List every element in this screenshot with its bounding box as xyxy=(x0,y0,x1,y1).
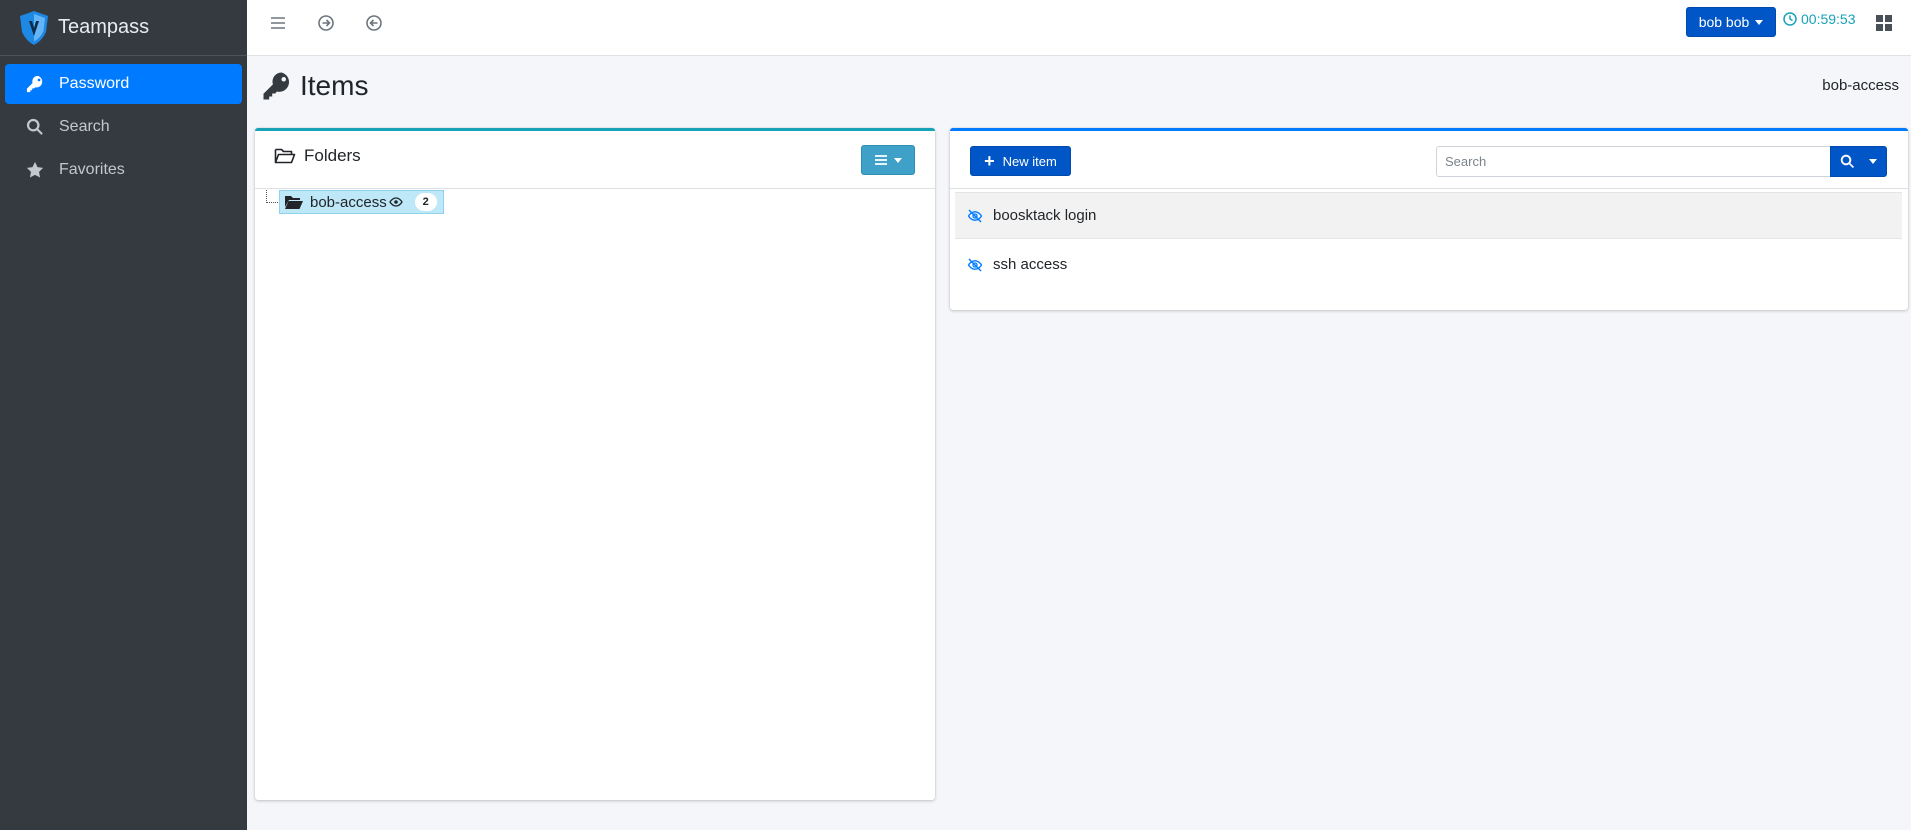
eye-slash-icon xyxy=(967,209,983,222)
item-label: boosktack login xyxy=(993,207,1097,224)
user-menu-label: bob bob xyxy=(1698,14,1750,30)
plus-icon: + xyxy=(984,151,995,171)
key-icon xyxy=(263,72,290,100)
new-item-button[interactable]: + New item xyxy=(970,146,1071,176)
timer-value: 00:59:53 xyxy=(1801,11,1856,27)
eye-icon xyxy=(388,197,403,207)
sidebar-item-password[interactable]: Password xyxy=(5,64,242,104)
search-icon xyxy=(1840,154,1854,169)
sidebar-item-label: Password xyxy=(59,75,130,92)
star-icon xyxy=(25,160,45,180)
sidebar: Teampass Password Search Favorites xyxy=(0,0,247,830)
sidebar-nav: Password Search Favorites xyxy=(0,56,247,201)
folder-open-icon xyxy=(285,196,303,209)
teampass-logo-icon xyxy=(20,10,48,45)
breadcrumb: bob-access xyxy=(1822,77,1899,94)
folders-card: Folders bob-access 2 xyxy=(255,128,935,800)
brand-name: Teampass xyxy=(58,16,150,38)
arrow-circle-left-icon[interactable] xyxy=(361,12,387,34)
sidebar-item-label: Favorites xyxy=(59,161,125,178)
brand[interactable]: Teampass xyxy=(0,0,247,56)
page-title-text: Items xyxy=(300,70,369,101)
caret-down-icon xyxy=(1869,159,1878,164)
eye-slash-icon xyxy=(967,258,983,271)
search-icon xyxy=(25,117,45,137)
tree-connector xyxy=(266,190,278,203)
item-row[interactable]: ssh access xyxy=(955,241,1902,288)
sidebar-item-search[interactable]: Search xyxy=(5,107,242,147)
folders-title: Folders xyxy=(274,146,361,166)
folder-node-bob-access[interactable]: bob-access 2 xyxy=(279,190,444,214)
caret-down-icon xyxy=(894,157,902,163)
sidebar-item-favorites[interactable]: Favorites xyxy=(5,150,242,190)
items-card-header: + New item xyxy=(950,131,1908,189)
item-label: ssh access xyxy=(993,256,1068,273)
page-title: Items xyxy=(262,70,368,102)
bars-icon xyxy=(875,155,887,165)
grid-apps-icon[interactable] xyxy=(1875,14,1893,32)
user-menu-button[interactable]: bob bob xyxy=(1686,7,1776,37)
folder-item-count-badge: 2 xyxy=(414,193,437,211)
session-timer[interactable]: 00:59:53 xyxy=(1783,11,1856,27)
key-icon xyxy=(25,74,45,94)
sidebar-item-label: Search xyxy=(59,118,110,135)
item-search-button[interactable] xyxy=(1830,146,1887,177)
item-search-input[interactable] xyxy=(1436,146,1831,177)
items-card: + New item boosktack login ssh access xyxy=(950,128,1908,310)
folders-menu-button[interactable] xyxy=(861,145,915,175)
hamburger-menu-icon[interactable] xyxy=(265,12,291,34)
top-navbar: bob bob 00:59:53 xyxy=(247,0,1911,56)
clock-icon xyxy=(1783,12,1797,26)
arrow-circle-right-icon[interactable] xyxy=(313,12,339,34)
folders-card-header: Folders xyxy=(255,131,935,189)
new-item-label: New item xyxy=(1002,153,1057,169)
caret-down-icon xyxy=(1755,19,1764,25)
folders-title-text: Folders xyxy=(304,146,361,165)
item-row[interactable]: boosktack login xyxy=(955,192,1902,239)
folder-open-icon xyxy=(274,148,296,164)
folder-tree: bob-access 2 xyxy=(255,190,935,220)
folder-node-label: bob-access xyxy=(310,193,387,211)
